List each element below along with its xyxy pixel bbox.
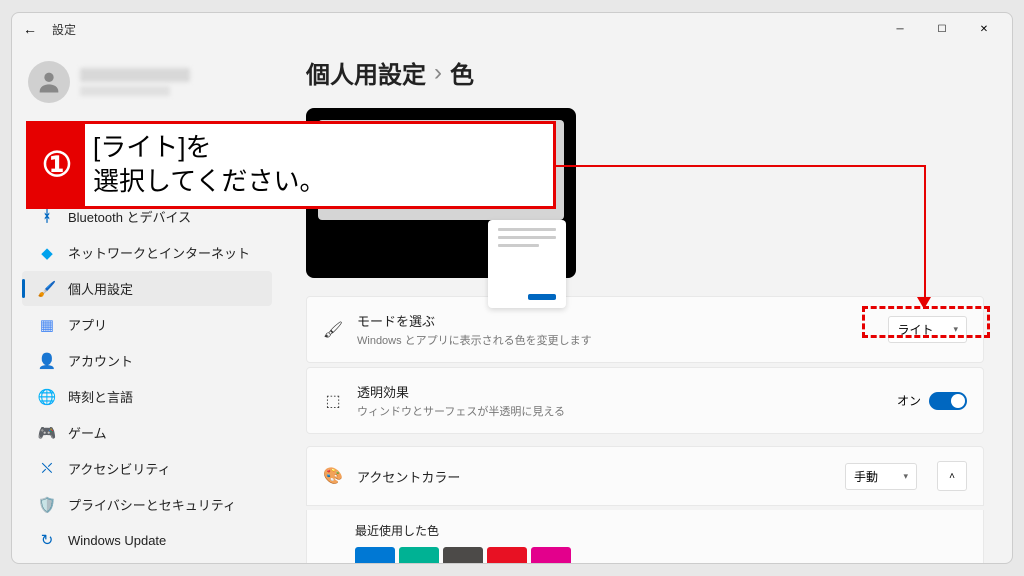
annotation-arrowhead — [917, 297, 931, 309]
setting-mode-title: モードを選ぶ — [357, 311, 874, 330]
shield-icon: 🛡️ — [38, 496, 56, 514]
wifi-icon: ◆ — [38, 244, 56, 262]
annotation-badge: ① — [29, 124, 85, 206]
sidebar-item-label: アプリ — [68, 315, 107, 334]
sidebar-item-label: 時刻と言語 — [68, 387, 133, 406]
transparency-icon: ⬚ — [323, 391, 343, 411]
accessibility-icon: ⛌ — [38, 460, 56, 478]
sidebar-item-update[interactable]: ↻ Windows Update — [22, 523, 272, 557]
color-swatch[interactable] — [355, 547, 395, 563]
setting-accent-title: アクセントカラー — [357, 467, 831, 486]
settings-window: ← 設定 ─ ☐ ✕ 🔍 🖥️システ — [11, 12, 1013, 564]
annotation-line-v — [924, 165, 926, 297]
recent-swatches — [355, 547, 967, 563]
sidebar-item-accounts[interactable]: 👤 アカウント — [22, 343, 272, 378]
sidebar-item-label: Windows Update — [68, 533, 166, 548]
color-swatch[interactable] — [443, 547, 483, 563]
breadcrumb: 個人用設定 › 色 — [306, 55, 984, 90]
titlebar: ← 設定 ─ ☐ ✕ — [12, 13, 1012, 45]
transparency-toggle[interactable] — [929, 392, 967, 410]
preview-window-card — [488, 220, 566, 308]
accent-dropdown-value: 手動 — [854, 468, 878, 485]
sidebar-item-label: ゲーム — [68, 423, 107, 442]
color-swatch[interactable] — [531, 547, 571, 563]
maximize-button[interactable]: ☐ — [922, 15, 962, 43]
setting-accent[interactable]: 🎨 アクセントカラー 手動 ▾ ˄ — [306, 446, 984, 506]
chevron-up-icon: ˄ — [949, 471, 955, 482]
brush-icon: 🖌️ — [38, 280, 56, 298]
setting-transparency-desc: ウィンドウとサーフェスが半透明に見える — [357, 403, 883, 419]
color-swatch[interactable] — [399, 547, 439, 563]
recent-colors-label: 最近使用した色 — [355, 522, 967, 539]
sidebar-item-label: ネットワークとインターネット — [68, 243, 250, 262]
sidebar-item-label: アカウント — [68, 351, 133, 370]
back-button[interactable]: ← — [20, 19, 40, 39]
minimize-button[interactable]: ─ — [880, 15, 920, 43]
account-icon: 👤 — [38, 352, 56, 370]
mode-dropdown-value: ライト — [897, 321, 933, 338]
setting-mode[interactable]: 🖌 モードを選ぶ Windows とアプリに表示される色を変更します ライト ▾ — [306, 296, 984, 363]
user-name-blurred — [80, 68, 190, 82]
update-icon: ↻ — [38, 531, 56, 549]
breadcrumb-current: 色 — [450, 55, 474, 90]
chevron-down-icon: ▾ — [903, 471, 908, 482]
sidebar-item-time[interactable]: 🌐 時刻と言語 — [22, 379, 272, 414]
sidebar-item-privacy[interactable]: 🛡️ プライバシーとセキュリティ — [22, 487, 272, 522]
avatar — [28, 61, 70, 103]
color-swatch[interactable] — [487, 547, 527, 563]
breadcrumb-parent[interactable]: 個人用設定 — [306, 55, 426, 90]
globe-icon: 🌐 — [38, 388, 56, 406]
sidebar-item-label: Bluetooth とデバイス — [68, 207, 191, 226]
brush-mode-icon: 🖌 — [323, 320, 343, 340]
user-email-blurred — [80, 86, 170, 96]
bluetooth-icon: ᚼ — [38, 208, 56, 226]
setting-mode-desc: Windows とアプリに表示される色を変更します — [357, 332, 874, 348]
setting-transparency-title: 透明効果 — [357, 382, 883, 401]
toggle-label: オン — [897, 392, 921, 409]
palette-icon: 🎨 — [323, 466, 343, 486]
setting-transparency[interactable]: ⬚ 透明効果 ウィンドウとサーフェスが半透明に見える オン — [306, 367, 984, 434]
sidebar-item-label: アクセシビリティ — [68, 459, 171, 478]
user-section[interactable] — [16, 53, 278, 115]
chevron-right-icon: › — [434, 59, 442, 87]
annotation-line-h — [556, 165, 926, 167]
accent-expand-button[interactable]: ˄ — [937, 461, 967, 491]
mode-dropdown[interactable]: ライト ▾ — [888, 316, 967, 343]
close-button[interactable]: ✕ — [964, 15, 1004, 43]
annotation-callout: ① [ライト]を 選択してください。 — [26, 121, 556, 209]
window-title: 設定 — [52, 21, 76, 38]
gamepad-icon: 🎮 — [38, 424, 56, 442]
sidebar-item-label: プライバシーとセキュリティ — [68, 495, 236, 514]
sidebar-item-gaming[interactable]: 🎮 ゲーム — [22, 415, 272, 450]
sidebar-item-label: 個人用設定 — [68, 279, 133, 298]
color-section: 最近使用した色 Windows の色 — [306, 510, 984, 563]
sidebar-item-accessibility[interactable]: ⛌ アクセシビリティ — [22, 451, 272, 486]
sidebar-item-personalization[interactable]: 🖌️ 個人用設定 — [22, 271, 272, 306]
annotation-text: [ライト]を 選択してください。 — [85, 124, 553, 206]
nav-list: 🖥️システム ᚼBluetooth とデバイス ◆ネットワークとインターネット … — [16, 163, 278, 557]
accent-dropdown[interactable]: 手動 ▾ — [845, 463, 917, 490]
chevron-down-icon: ▾ — [953, 324, 958, 335]
sidebar-item-apps[interactable]: ▦ アプリ — [22, 307, 272, 342]
apps-icon: ▦ — [38, 316, 56, 334]
sidebar-item-network[interactable]: ◆ ネットワークとインターネット — [22, 235, 272, 270]
